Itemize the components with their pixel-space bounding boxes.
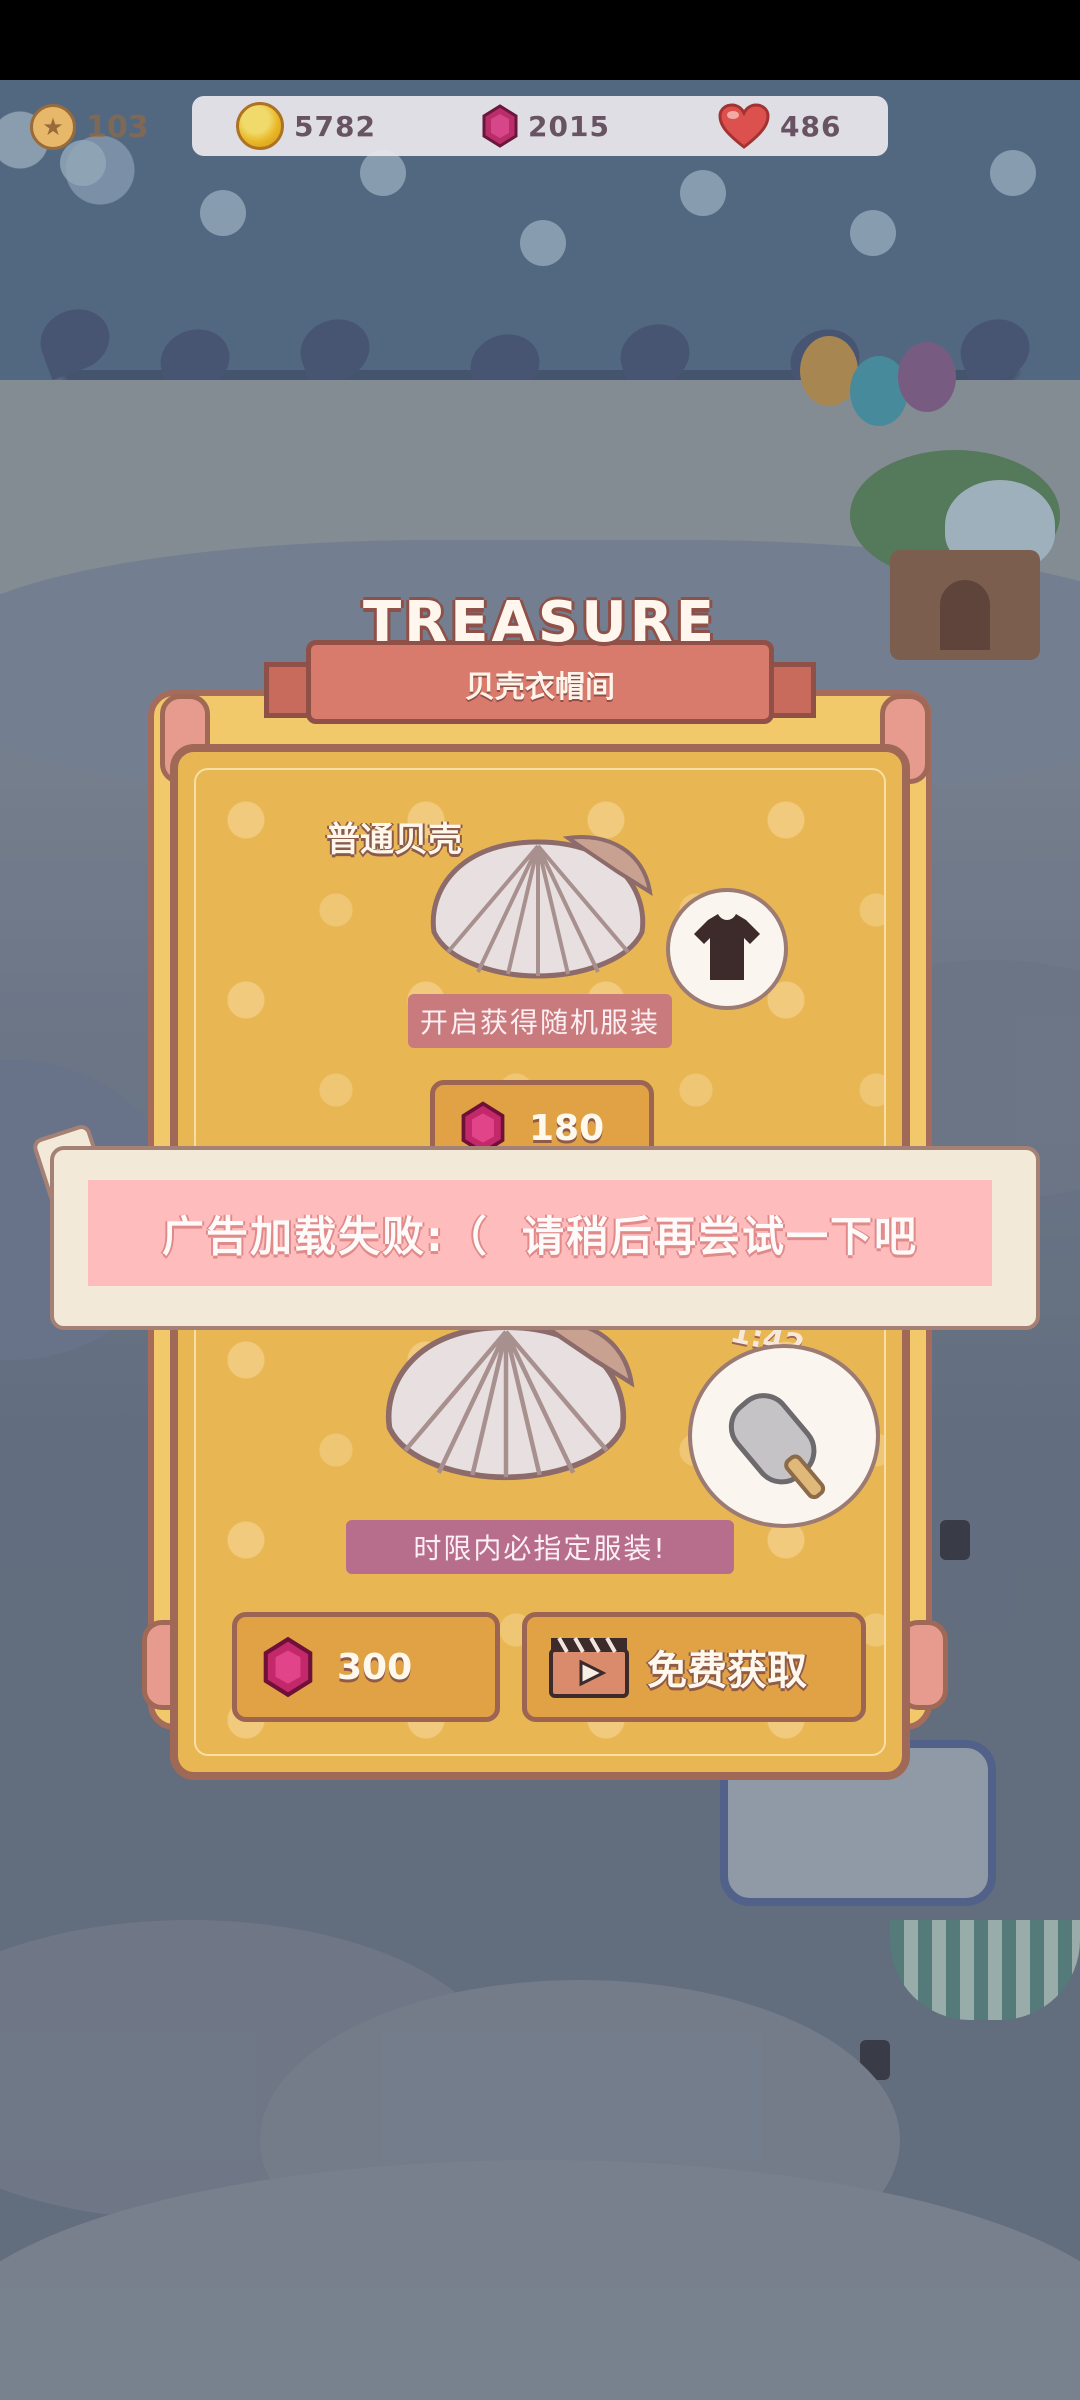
heart-counter[interactable]: 486 — [718, 96, 841, 156]
player-level[interactable]: ★ 103 — [30, 104, 149, 150]
panel-subtitle: 贝壳衣帽间 — [465, 670, 615, 705]
tshirt-bubble — [666, 888, 788, 1010]
free-get-button[interactable]: 免费获取 — [522, 1612, 866, 1722]
panel-title: TREASURE — [362, 590, 718, 655]
normal-shell-price: 180 — [529, 1107, 605, 1149]
special-shell-desc: 时限内必指定服装! — [346, 1520, 734, 1574]
popsicle-icon — [728, 1393, 826, 1500]
gem-value: 2015 — [528, 109, 610, 143]
currency-bar: 5782 2015 486 — [192, 96, 888, 156]
heart-icon — [718, 103, 770, 149]
buy-special-shell-button[interactable]: 300 — [232, 1612, 500, 1722]
popsicle-bubble — [688, 1344, 880, 1528]
level-value: 103 — [86, 109, 149, 145]
gem-icon — [263, 1636, 313, 1698]
gem-counter[interactable]: 2015 — [482, 96, 610, 156]
normal-shell-desc: 开启获得随机服装 — [408, 994, 672, 1048]
coin-value: 5782 — [294, 109, 376, 143]
toast-message: 广告加载失败:（ 请稍后再尝试一下吧 — [161, 1211, 919, 1261]
free-get-label: 免费获取 — [647, 1648, 807, 1694]
video-ad-icon — [549, 1637, 629, 1698]
coin-icon — [236, 102, 284, 150]
star-icon: ★ — [30, 104, 76, 150]
tshirt-icon — [694, 914, 760, 980]
special-shell-icon[interactable] — [356, 1316, 656, 1484]
shell-icon[interactable] — [418, 832, 658, 982]
coin-counter[interactable]: 5782 — [236, 96, 376, 156]
toast-band: 广告加载失败:（ 请稍后再尝试一下吧 — [88, 1180, 992, 1286]
special-shell-price: 300 — [337, 1646, 413, 1688]
status-bar — [0, 0, 1080, 80]
gem-icon — [482, 104, 518, 148]
heart-value: 486 — [780, 109, 842, 143]
